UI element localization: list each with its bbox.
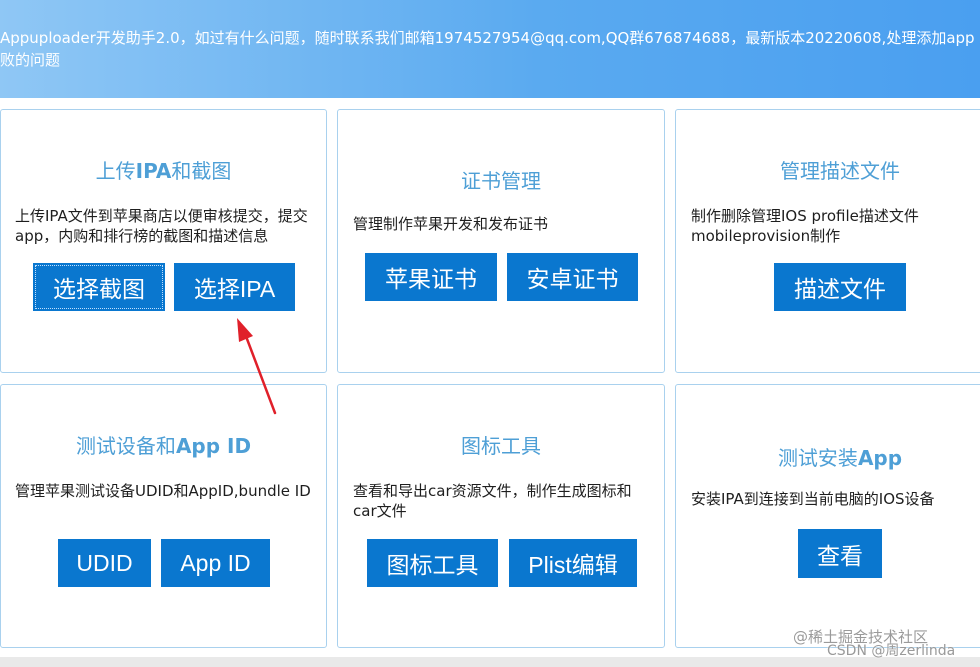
watermark-csdn: CSDN @周zerlinda xyxy=(827,643,956,659)
card-title-install: 测试安装App xyxy=(777,446,903,470)
card-upload-ipa: 上传IPA和截图 上传IPA文件到苹果商店以便审核提交，提交app，内购和排行榜… xyxy=(0,109,327,373)
select-ipa-button[interactable]: 选择IPA xyxy=(174,263,295,311)
card-desc-cert: 管理制作苹果开发和发布证书 xyxy=(353,215,549,233)
card-icon-tools: 图标工具 查看和导出car资源文件，制作生成图标和car文件 图标工具 Plis… xyxy=(337,384,665,648)
app-id-button[interactable]: App ID xyxy=(161,539,270,587)
info-banner: Appuploader开发助手2.0，如过有什么问题，随时联系我们邮箱19745… xyxy=(0,0,980,98)
banner-message: Appuploader开发助手2.0，如过有什么问题，随时联系我们邮箱19745… xyxy=(0,27,978,71)
select-screenshot-button[interactable]: 选择截图 xyxy=(33,263,165,311)
card-desc-icon: 查看和导出car资源文件，制作生成图标和car文件 xyxy=(353,482,632,520)
card-desc-profile: 制作删除管理IOS profile描述文件mobileprovision制作 xyxy=(691,207,919,245)
view-install-button[interactable]: 查看 xyxy=(798,529,882,578)
banner-line-2: 败的问题 xyxy=(0,51,61,69)
udid-button[interactable]: UDID xyxy=(58,539,151,587)
banner-line-1: Appuploader开发助手2.0，如过有什么问题，随时联系我们邮箱19745… xyxy=(0,29,978,47)
profile-file-button[interactable]: 描述文件 xyxy=(774,263,906,311)
card-test-devices: 测试设备和App ID 管理苹果测试设备UDID和AppID,bundle ID… xyxy=(0,384,327,648)
plist-edit-button[interactable]: Plist编辑 xyxy=(509,539,637,587)
card-desc-install: 安装IPA到连接到当前电脑的IOS设备 xyxy=(691,490,935,508)
apple-cert-button[interactable]: 苹果证书 xyxy=(365,253,497,301)
icon-tool-button[interactable]: 图标工具 xyxy=(367,539,498,587)
card-title-icon: 图标工具 xyxy=(461,434,541,458)
card-title-profile: 管理描述文件 xyxy=(780,159,900,183)
card-title-cert: 证书管理 xyxy=(461,169,541,193)
card-desc-upload: 上传IPA文件到苹果商店以便审核提交，提交app，内购和排行榜的截图和描述信息 xyxy=(15,207,308,245)
card-test-install: 测试安装App 安装IPA到连接到当前电脑的IOS设备 查看 xyxy=(675,384,980,648)
card-desc-device: 管理苹果测试设备UDID和AppID,bundle ID xyxy=(15,482,311,500)
card-profile-management: 管理描述文件 制作删除管理IOS profile描述文件mobileprovis… xyxy=(675,109,980,373)
card-cert-management: 证书管理 管理制作苹果开发和发布证书 苹果证书 安卓证书 xyxy=(337,109,665,373)
android-cert-button[interactable]: 安卓证书 xyxy=(507,253,638,301)
card-title-device: 测试设备和App ID xyxy=(75,434,252,458)
card-title-upload: 上传IPA和截图 xyxy=(95,159,232,183)
